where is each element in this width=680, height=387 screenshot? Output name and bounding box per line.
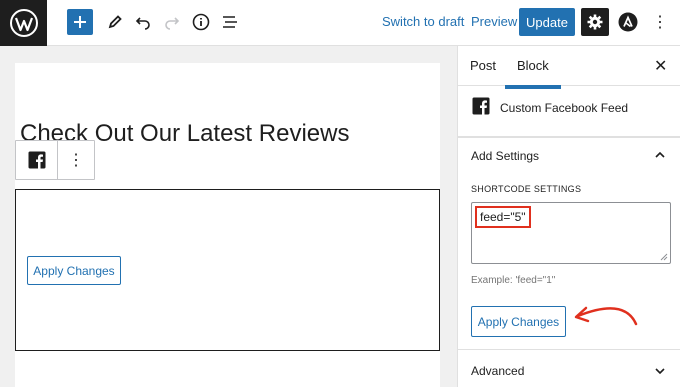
sidebar-tabs: Post Block ✕ — [458, 46, 680, 89]
redo-icon[interactable] — [161, 11, 183, 33]
undo-icon[interactable] — [132, 11, 154, 33]
plus-icon — [74, 16, 86, 28]
add-settings-panel-toggle[interactable]: Add Settings — [471, 149, 539, 163]
list-view-icon[interactable] — [219, 11, 241, 33]
red-arrow-icon — [574, 306, 638, 326]
shortcode-settings-textarea[interactable]: feed="5" — [471, 202, 671, 264]
resize-handle-icon[interactable] — [660, 253, 668, 261]
example-hint: Example: 'feed="1" — [471, 275, 556, 286]
tab-block[interactable]: Block — [505, 58, 561, 89]
preview-link[interactable]: Preview — [471, 14, 517, 29]
block-toolbar: ⋮ — [15, 140, 95, 180]
settings-gear-button[interactable] — [581, 8, 609, 36]
astra-logo-icon[interactable] — [617, 11, 639, 33]
facebook-icon — [28, 151, 45, 169]
chevron-down-icon — [655, 368, 665, 375]
advanced-panel-toggle[interactable]: Advanced — [458, 349, 680, 387]
divider — [458, 137, 680, 138]
shortcode-settings-label: SHORTCODE SETTINGS — [471, 184, 582, 194]
block-card: Custom Facebook Feed — [458, 87, 680, 137]
wordpress-logo-icon[interactable] — [0, 0, 47, 46]
advanced-label: Advanced — [471, 364, 525, 378]
tab-post[interactable]: Post — [470, 58, 496, 73]
settings-sidebar: Post Block ✕ Custom Facebook Feed Add Se… — [457, 46, 680, 387]
editor-topbar: Switch to draft Preview Update ⋮ — [0, 0, 680, 46]
switch-to-draft-link[interactable]: Switch to draft — [382, 14, 464, 29]
facebook-icon — [472, 97, 490, 115]
apply-changes-button-editor[interactable]: Apply Changes — [27, 256, 121, 285]
block-options-button[interactable]: ⋮ — [58, 141, 94, 179]
close-sidebar-icon[interactable]: ✕ — [654, 56, 667, 76]
edit-pencil-icon[interactable] — [104, 11, 126, 33]
chevron-up-icon[interactable] — [654, 149, 666, 161]
textarea-value: feed="5" — [475, 206, 531, 228]
apply-changes-button[interactable]: Apply Changes — [471, 306, 566, 337]
block-card-title: Custom Facebook Feed — [500, 101, 629, 115]
gear-icon — [587, 14, 603, 30]
add-block-button[interactable] — [67, 9, 93, 35]
update-button[interactable]: Update — [519, 8, 575, 36]
block-type-button[interactable] — [16, 141, 58, 179]
options-more-icon[interactable]: ⋮ — [649, 11, 671, 33]
info-icon[interactable] — [190, 11, 212, 33]
